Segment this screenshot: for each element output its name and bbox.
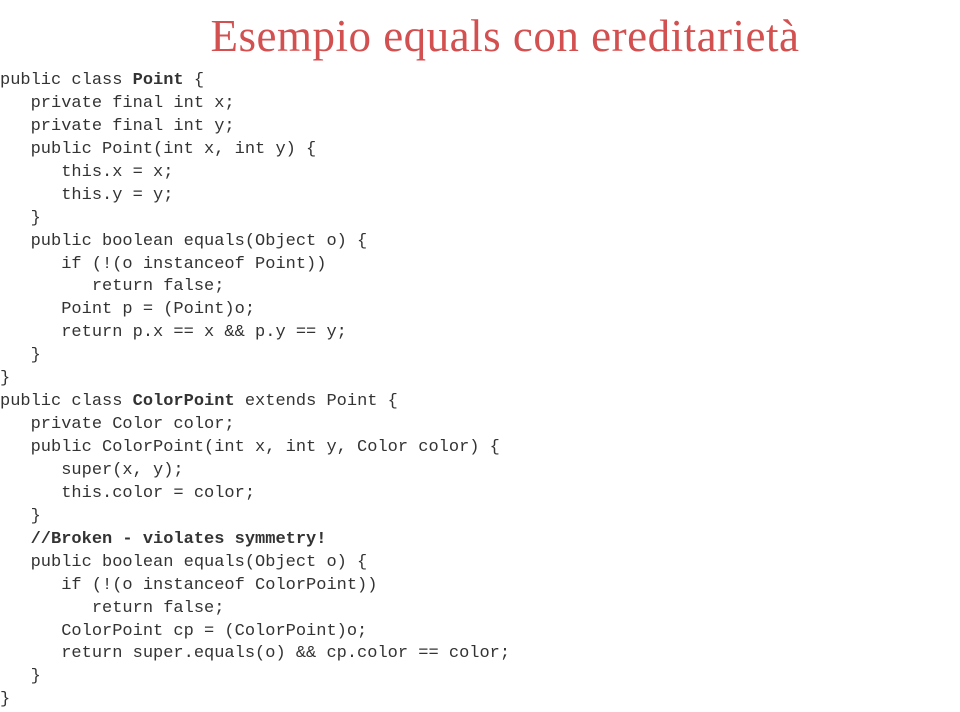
code-block: public class Point { private final int x… — [0, 62, 960, 712]
code-line: if (!(o instanceof ColorPoint)) — [0, 575, 960, 598]
code-line: public ColorPoint(int x, int y, Color co… — [0, 437, 960, 460]
code-line: private final int y; — [0, 116, 960, 139]
code-line: return super.equals(o) && cp.color == co… — [0, 643, 960, 666]
code-line: } — [0, 368, 960, 391]
code-comment-broken: //Broken - violates symmetry! — [0, 529, 960, 552]
code-line: public boolean equals(Object o) { — [0, 552, 960, 575]
code-line: } — [0, 506, 960, 529]
code-line: Point p = (Point)o; — [0, 299, 960, 322]
code-line: return false; — [0, 276, 960, 299]
code-line: private final int x; — [0, 93, 960, 116]
code-line: } — [0, 666, 960, 689]
code-line: return p.x == x && p.y == y; — [0, 322, 960, 345]
code-line: } — [0, 208, 960, 231]
code-line: } — [0, 345, 960, 368]
code-line: this.x = x; — [0, 162, 960, 185]
code-line: if (!(o instanceof Point)) — [0, 254, 960, 277]
class-name-point: Point — [133, 71, 184, 90]
code-line: return false; — [0, 598, 960, 621]
code-line: this.y = y; — [0, 185, 960, 208]
code-line: public boolean equals(Object o) { — [0, 231, 960, 254]
code-line: private Color color; — [0, 414, 960, 437]
code-line: public Point(int x, int y) { — [0, 139, 960, 162]
code-line: } — [0, 689, 960, 712]
code-line: ColorPoint cp = (ColorPoint)o; — [0, 621, 960, 644]
code-line: public class ColorPoint extends Point { — [0, 391, 960, 414]
slide-title: Esempio equals con ereditarietà — [0, 0, 960, 62]
code-line: public class Point { — [0, 70, 960, 93]
code-line: this.color = color; — [0, 483, 960, 506]
code-line: super(x, y); — [0, 460, 960, 483]
class-name-colorpoint: ColorPoint — [133, 392, 235, 411]
